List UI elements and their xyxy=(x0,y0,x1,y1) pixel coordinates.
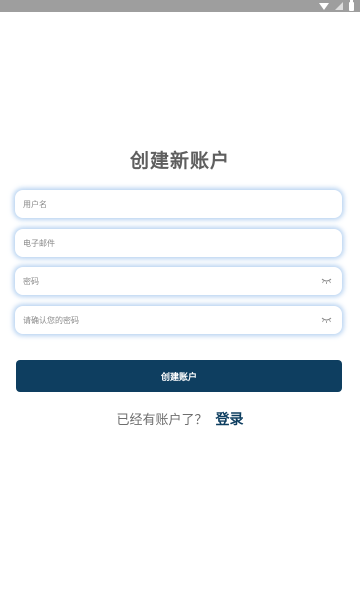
status-icons xyxy=(319,0,354,12)
status-bar xyxy=(0,0,360,12)
confirm-password-visibility-toggle[interactable] xyxy=(320,315,332,325)
eye-closed-icon xyxy=(321,317,331,323)
battery-icon xyxy=(349,0,354,11)
username-input[interactable] xyxy=(23,199,332,209)
register-screen: 创建新账户 创建账户 已经有账户了？ xyxy=(0,0,360,600)
email-input[interactable] xyxy=(23,238,332,248)
confirm-password-input[interactable] xyxy=(23,315,320,325)
username-field[interactable] xyxy=(15,190,342,218)
confirm-password-field[interactable] xyxy=(15,306,342,334)
eye-closed-icon xyxy=(321,278,331,284)
password-visibility-toggle[interactable] xyxy=(320,276,332,286)
login-prompt-row: 已经有账户了？ 登录 xyxy=(0,409,360,429)
wifi-icon xyxy=(319,2,329,10)
password-field[interactable] xyxy=(15,267,342,295)
login-link[interactable]: 登录 xyxy=(216,409,244,429)
page-title: 创建新账户 xyxy=(129,150,230,172)
password-input[interactable] xyxy=(23,276,320,286)
signal-icon xyxy=(335,2,343,10)
login-prompt-text: 已经有账户了？ xyxy=(116,413,208,428)
create-account-button[interactable]: 创建账户 xyxy=(16,360,342,392)
email-field[interactable] xyxy=(15,229,342,257)
